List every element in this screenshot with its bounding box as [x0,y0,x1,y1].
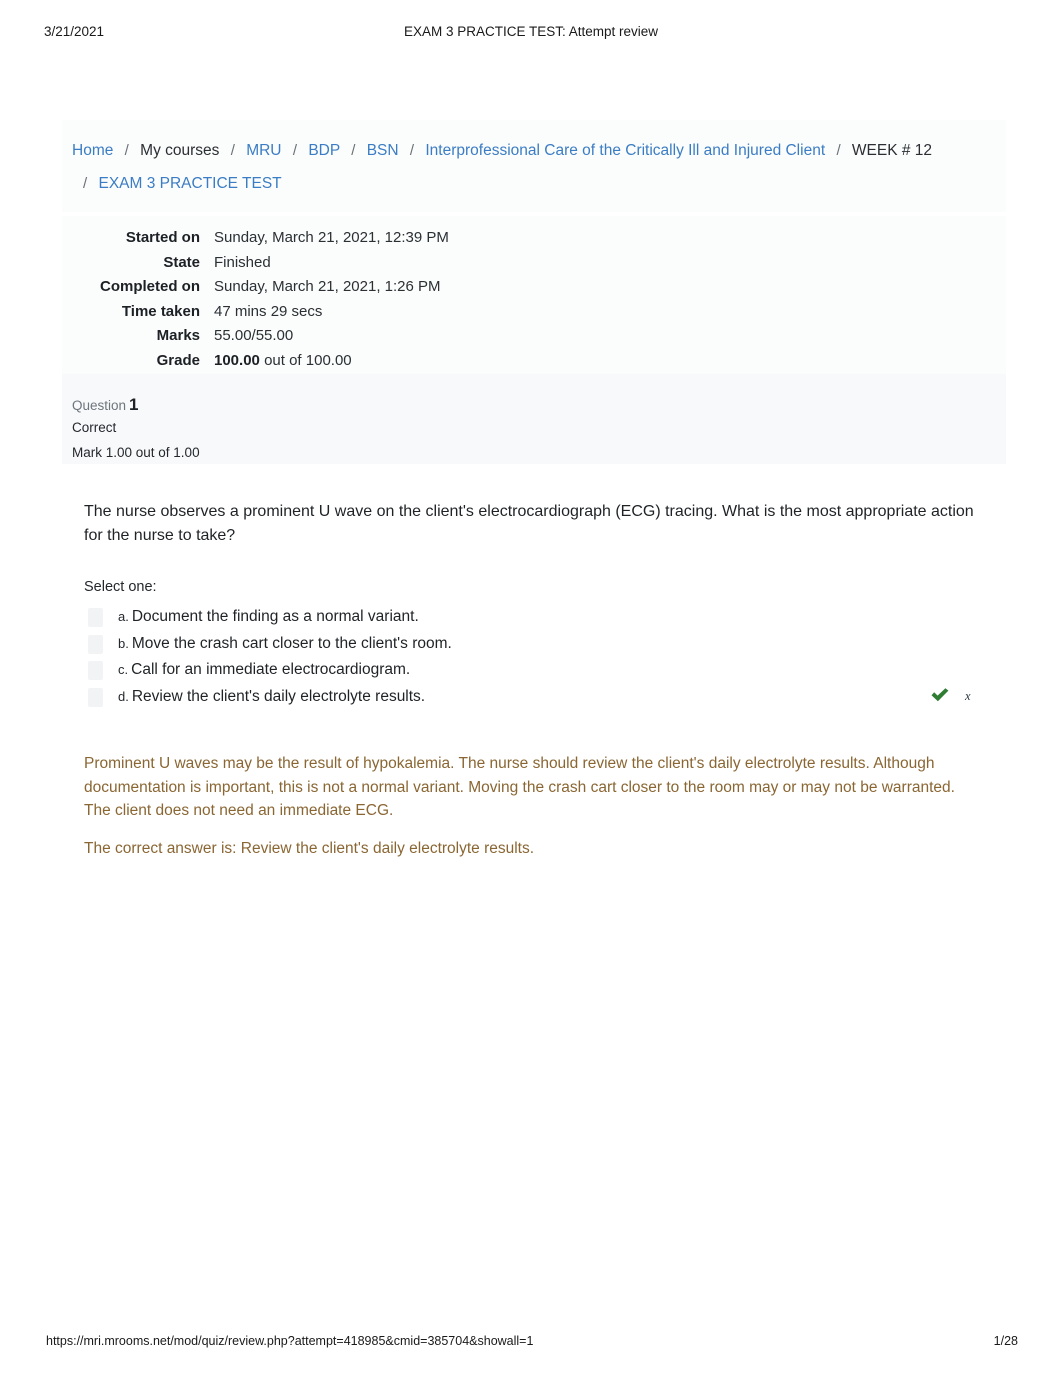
answer-option-d[interactable]: d. Review the client's daily electrolyte … [84,684,984,711]
breadcrumb-separator: / [292,142,297,159]
table-row: Marks 55.00/55.00 [62,324,449,349]
answer-text-c: Call for an immediate electrocardiogram. [131,661,411,678]
question-state: Correct [72,420,117,435]
print-header: 3/21/2021 EXAM 3 PRACTICE TEST: Attempt … [0,24,1062,42]
summary-value-started-on: Sunday, March 21, 2021, 12:39 PM [214,229,449,246]
summary-value-state: Finished [214,253,271,271]
breadcrumb-item-home[interactable]: Home [72,142,113,159]
question-body: The nurse observes a prominent U wave on… [84,500,984,710]
grade-suffix: out of 100.00 [264,351,352,369]
answer-text-b: Move the crash cart closer to the client… [131,634,452,652]
breadcrumb-item-bsn[interactable]: BSN [367,142,399,159]
summary-value-grade: 100.00 out of 100.00 [214,349,449,374]
answer-option-c[interactable]: c. Call for an immediate electrocardiogra… [84,657,984,684]
answer-options: a. Document the finding as a normal varia… [84,604,984,710]
breadcrumb-separator: / [351,142,356,159]
summary-key-state: State [163,253,200,271]
radio-button-a[interactable] [88,608,103,627]
question-mark: Mark 1.00 out of 1.00 [72,445,200,460]
print-footer-page-number: 1/28 [993,1334,1018,1348]
breadcrumb-separator: / [409,142,415,159]
summary-key-completed-on: Completed on [100,278,200,296]
table-row: Completed on Sunday, March 21, 2021, 1:2… [62,275,449,300]
breadcrumb: Home / My courses / MRU / BDP / BSN / In… [62,120,1006,212]
feedback-text: Prominent U waves may be the result of h… [84,755,955,819]
summary-key-marks: Marks [156,327,200,345]
question-text: The nurse observes a prominent U wave on… [84,503,974,544]
table-row: State Finished [62,251,449,276]
answer-letter-d: d. [118,688,129,704]
question-feedback: Prominent U waves may be the result of h… [84,752,984,860]
breadcrumb-item-exam[interactable]: EXAM 3 PRACTICE TEST [98,175,281,192]
print-footer: https://mri.mrooms.net/mod/quiz/review.p… [0,1334,1062,1350]
breadcrumb-item-mru[interactable]: MRU [246,142,281,159]
table-row: Time taken 47 mins 29 secs [62,300,449,325]
x-icon: x [965,689,971,703]
radio-button-d[interactable] [88,687,103,707]
radio-button-c[interactable] [88,661,103,680]
breadcrumb-item-week: WEEK # 12 [851,142,933,159]
breadcrumb-row-1: Home / My courses / MRU / BDP / BSN / In… [62,134,1006,167]
answer-correctness-markers: x [929,684,1049,710]
correct-answer-line: The correct answer is: Review the client… [84,839,535,857]
breadcrumb-row-2: / EXAM 3 PRACTICE TEST [62,167,1006,200]
summary-value-completed-on: Sunday, March 21, 2021, 1:26 PM [214,278,441,296]
breadcrumb-separator: / [124,142,129,159]
question-label: Question [72,398,127,413]
table-row: Started on Sunday, March 21, 2021, 12:39… [62,226,449,251]
summary-key-time-taken: Time taken [121,302,200,320]
answer-option-b[interactable]: b. Move the crash cart closer to the clie… [84,631,984,658]
question-info-panel: Question 1 Correct Mark 1.00 out of 1.00 [62,374,1006,464]
breadcrumb-item-course[interactable]: Interprofessional Care of the Critically… [425,142,825,159]
attempt-summary-panel: Started on Sunday, March 21, 2021, 12:39… [62,216,1006,386]
answer-letter-a: a. [118,609,129,624]
summary-key-started-on: Started on [125,229,200,246]
answer-text-d: Review the client's daily electrolyte re… [131,687,426,705]
summary-value-marks: 55.00/55.00 [214,327,294,345]
question-number-line: Question 1 [72,396,1006,414]
breadcrumb-item-my-courses: My courses [140,142,220,159]
breadcrumb-separator: / [83,175,88,192]
answer-text-a: Document the finding as a normal variant… [131,608,419,625]
check-icon [929,684,951,706]
attempt-summary-table: Started on Sunday, March 21, 2021, 12:39… [62,226,449,374]
answer-letter-c: c. [118,662,129,677]
summary-value-time-taken: 47 mins 29 secs [214,302,323,320]
table-row: Grade 100.00 out of 100.00 [62,349,449,374]
question-number: 1 [129,395,139,414]
select-one-prompt: Select one: [84,579,157,595]
print-footer-url: https://mri.mrooms.net/mod/quiz/review.p… [46,1334,534,1348]
answer-option-a[interactable]: a. Document the finding as a normal varia… [84,604,984,631]
breadcrumb-separator: / [230,142,235,159]
summary-key-grade: Grade [156,351,200,369]
grade-number: 100.00 [214,351,260,369]
answer-letter-b: b. [118,635,129,651]
breadcrumb-item-bdp[interactable]: BDP [308,142,340,159]
radio-button-b[interactable] [88,634,103,654]
print-title: EXAM 3 PRACTICE TEST: Attempt review [403,24,659,39]
breadcrumb-separator: / [836,142,841,159]
